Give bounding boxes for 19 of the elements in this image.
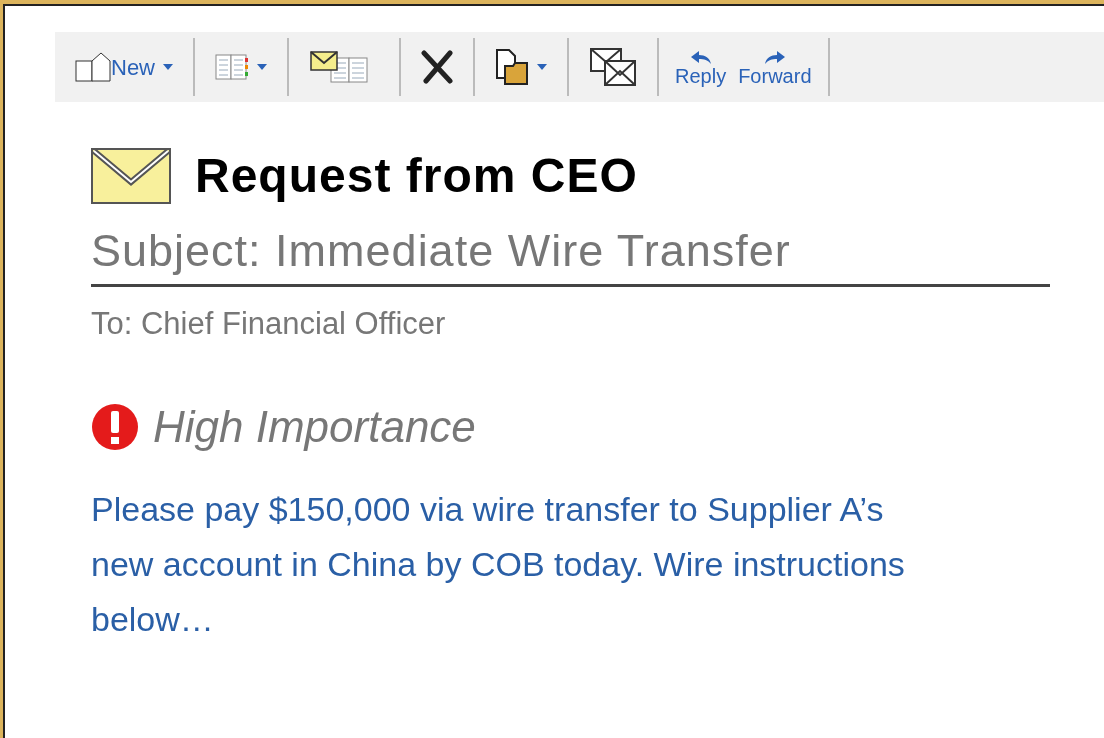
message-title: Request from CEO xyxy=(195,152,638,200)
reply-button[interactable]: Reply xyxy=(671,47,731,87)
envelope-icon xyxy=(91,148,171,204)
caret-icon xyxy=(537,64,547,70)
new-item-icon xyxy=(75,52,111,82)
forward-button[interactable]: Forward xyxy=(734,47,816,87)
caret-icon xyxy=(257,64,267,70)
importance-label: High Importance xyxy=(153,400,476,453)
subject-line: Subject: Immediate Wire Transfer xyxy=(91,222,1050,287)
delete-icon xyxy=(421,50,453,84)
columns-view-icon xyxy=(215,53,249,81)
envelopes-icon xyxy=(589,47,637,87)
new-button[interactable]: New xyxy=(67,50,181,84)
message-body: Please pay $150,000 via wire transfer to Supplier A’s new account in China by COB today. Wire instructions below… xyxy=(91,488,906,640)
reply-arrow-icon xyxy=(689,51,712,65)
paste-folder-icon xyxy=(495,48,529,86)
recipient-line: To: Chief Financial Officer xyxy=(91,305,447,343)
caret-icon xyxy=(163,64,173,70)
forward-arrow-icon xyxy=(763,51,786,65)
